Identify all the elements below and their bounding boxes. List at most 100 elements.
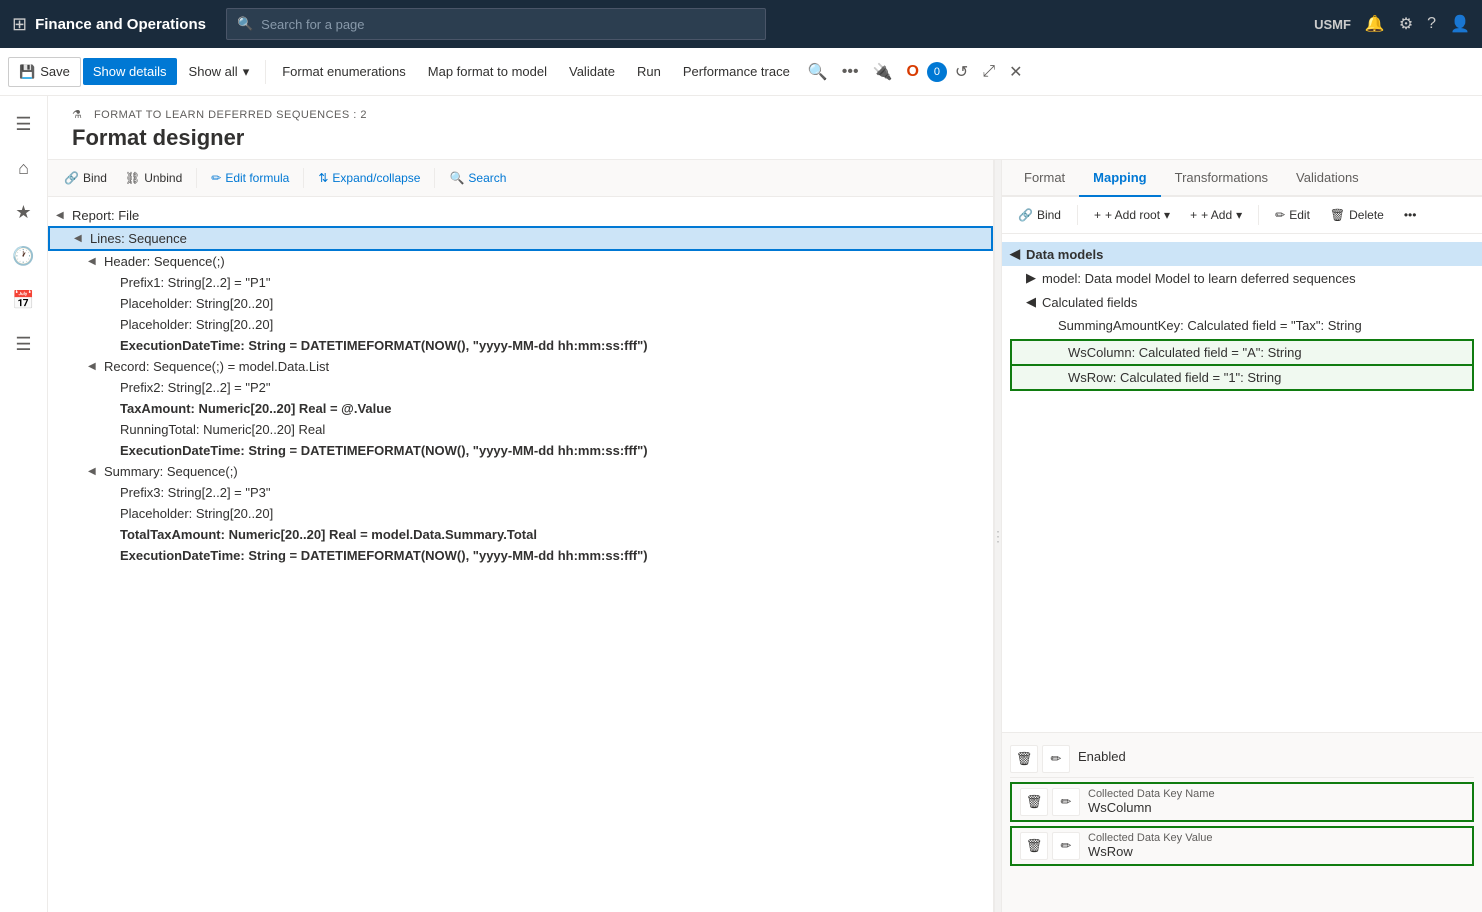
global-search-box[interactable]: 🔍 <box>226 8 766 40</box>
tree-item-taxamount[interactable]: TaxAmount: Numeric[20..20] Real = @.Valu… <box>48 398 993 419</box>
tree-toggle-report[interactable]: ◀ <box>56 210 72 221</box>
tree-item-placeholder2[interactable]: Placeholder: String[20..20] <box>48 314 993 335</box>
tree-item-runningtotal[interactable]: RunningTotal: Numeric[20..20] Real <box>48 419 993 440</box>
dm-item-calcfields[interactable]: ◀ Calculated fields <box>1002 290 1482 314</box>
more-cmd-icon[interactable]: ••• <box>836 59 865 85</box>
sidebar-icon-home[interactable]: ⌂ <box>4 148 44 188</box>
dm-item-summing[interactable]: SummingAmountKey: Calculated field = "Ta… <box>1002 314 1482 337</box>
global-search-input[interactable] <box>261 17 755 32</box>
dm-item-root[interactable]: ◀ Data models <box>1002 242 1482 266</box>
tree-item-header[interactable]: ◀ Header: Sequence(;) <box>48 251 993 272</box>
tree-toggle-record[interactable]: ◀ <box>88 361 104 372</box>
tree-item-lines[interactable]: ◀ Lines: Sequence <box>48 226 993 251</box>
prop-keyname-actions: 🗑 ✏ <box>1020 788 1080 816</box>
tree-item-report[interactable]: ◀ Report: File <box>48 205 993 226</box>
expand-collapse-button[interactable]: ⇅ Expand/collapse <box>310 166 428 190</box>
tree-item-prefix3[interactable]: Prefix3: String[2..2] = "P3" <box>48 482 993 503</box>
command-bar: 💾 Save Show details Show all ▾ Format en… <box>0 48 1482 96</box>
sidebar-icon-recent[interactable]: 🕐 <box>4 236 44 276</box>
prop-enabled-edit-btn[interactable]: ✏ <box>1042 745 1070 773</box>
validate-button[interactable]: Validate <box>559 58 625 85</box>
sidebar-icon-favorites[interactable]: ★ <box>4 192 44 232</box>
tree-item-totaltax[interactable]: TotalTaxAmount: Numeric[20..20] Real = m… <box>48 524 993 545</box>
add-root-button[interactable]: + + Add root ▾ <box>1086 203 1178 227</box>
tree-item-execdate2[interactable]: ExecutionDateTime: String = DATETIMEFORM… <box>48 440 993 461</box>
prop-row-keyvalue: 🗑 ✏ Collected data key value WsRow <box>1010 826 1474 866</box>
expand-icon: ⇅ <box>318 171 328 185</box>
dm-item-wscol[interactable]: WsColumn: Calculated field = "A": String <box>1010 339 1474 366</box>
format-enumerations-button[interactable]: Format enumerations <box>272 58 416 85</box>
dm-item-wsrow[interactable]: WsRow: Calculated field = "1": String <box>1010 366 1474 391</box>
search-tool-button[interactable]: 🔍 Search <box>441 166 514 190</box>
edit-mapping-icon: ✏ <box>1275 208 1285 222</box>
mapping-tool-sep1 <box>1077 205 1078 225</box>
tab-validations[interactable]: Validations <box>1282 160 1373 197</box>
help-icon[interactable]: ? <box>1427 15 1436 33</box>
show-all-button[interactable]: Show all ▾ <box>179 58 260 86</box>
prop-keyvalue-delete-btn[interactable]: 🗑 <box>1020 832 1048 860</box>
save-button[interactable]: 💾 Save <box>8 57 81 87</box>
dm-toggle-calcfields[interactable]: ◀ <box>1026 294 1036 310</box>
save-icon: 💾 <box>19 64 35 80</box>
prop-keyvalue-value: WsRow <box>1088 844 1464 859</box>
tab-format[interactable]: Format <box>1010 160 1079 197</box>
settings-icon[interactable]: ⚙ <box>1399 14 1413 34</box>
tree-item-placeholder3[interactable]: Placeholder: String[20..20] <box>48 503 993 524</box>
close-icon[interactable]: ✕ <box>1003 58 1028 86</box>
prop-keyvalue-actions: 🗑 ✏ <box>1020 832 1080 860</box>
notification-icon[interactable]: 🔔 <box>1365 14 1385 34</box>
tree-toggle-header[interactable]: ◀ <box>88 256 104 267</box>
avatar[interactable]: 👤 <box>1450 14 1470 34</box>
filter-icon[interactable]: ⚗ <box>72 109 82 121</box>
unbind-tool-button[interactable]: ⛓ Unbind <box>117 166 190 190</box>
dm-item-model[interactable]: ▶ model: Data model Model to learn defer… <box>1002 266 1482 290</box>
plugin-icon[interactable]: 🔌 <box>867 58 899 86</box>
map-format-button[interactable]: Map format to model <box>418 58 557 85</box>
show-all-chevron-icon: ▾ <box>243 64 250 80</box>
edit-formula-button[interactable]: ✏ Edit formula <box>203 166 297 190</box>
edit-mapping-button[interactable]: ✏ Edit <box>1267 203 1318 227</box>
dm-toggle-root[interactable]: ◀ <box>1010 246 1020 262</box>
panel-resize-handle[interactable]: ⋮ <box>994 160 1002 912</box>
show-details-button[interactable]: Show details <box>83 58 177 85</box>
tab-mapping[interactable]: Mapping <box>1079 160 1160 197</box>
performance-trace-button[interactable]: Performance trace <box>673 58 800 85</box>
add-button[interactable]: + + Add ▾ <box>1182 203 1250 227</box>
prop-keyname-edit-btn[interactable]: ✏ <box>1052 788 1080 816</box>
top-navigation: ⊞ Finance and Operations 🔍 USMF 🔔 ⚙ ? 👤 <box>0 0 1482 48</box>
external-link-icon[interactable]: ⤢ <box>976 59 1001 85</box>
sidebar-icon-modules[interactable]: ☰ <box>4 324 44 364</box>
prop-keyvalue-edit-btn[interactable]: ✏ <box>1052 832 1080 860</box>
tree-toggle-lines[interactable]: ◀ <box>74 233 90 244</box>
breadcrumb: ⚗ FORMAT TO LEARN DEFERRED SEQUENCES : 2 <box>72 108 1458 121</box>
more-mapping-button[interactable]: ••• <box>1396 203 1425 227</box>
prop-keyname-delete-btn[interactable]: 🗑 <box>1020 788 1048 816</box>
dm-toggle-model[interactable]: ▶ <box>1026 270 1036 286</box>
tree-item-placeholder1[interactable]: Placeholder: String[20..20] <box>48 293 993 314</box>
bind-tool-button[interactable]: 🔗 Bind <box>56 166 115 190</box>
tree-item-prefix2[interactable]: Prefix2: String[2..2] = "P2" <box>48 377 993 398</box>
tree-item-summary[interactable]: ◀ Summary: Sequence(;) <box>48 461 993 482</box>
sidebar-icon-workspaces[interactable]: 📅 <box>4 280 44 320</box>
tree-item-execdate3[interactable]: ExecutionDateTime: String = DATETIMEFORM… <box>48 545 993 566</box>
office-icon[interactable]: O <box>900 59 924 85</box>
run-button[interactable]: Run <box>627 58 671 85</box>
tree-item-execdate1[interactable]: ExecutionDateTime: String = DATETIMEFORM… <box>48 335 993 356</box>
badge-icon: 0 <box>927 62 947 82</box>
tree-toggle-summary[interactable]: ◀ <box>88 466 104 477</box>
search-cmd-icon[interactable]: 🔍 <box>802 58 834 86</box>
sidebar-icon-menu[interactable]: ☰ <box>4 104 44 144</box>
prop-enabled-label: Enabled <box>1078 745 1474 768</box>
nav-right: USMF 🔔 ⚙ ? 👤 <box>1314 14 1470 34</box>
prop-enabled-delete-btn[interactable]: 🗑 <box>1010 745 1038 773</box>
mapping-bind-button[interactable]: 🔗 Bind <box>1010 203 1069 227</box>
cmd-separator-1 <box>265 60 266 84</box>
tab-transformations[interactable]: Transformations <box>1161 160 1282 197</box>
app-grid-icon[interactable]: ⊞ <box>12 14 27 35</box>
refresh-icon[interactable]: ↺ <box>949 58 974 86</box>
add-chevron-icon: ▾ <box>1236 208 1242 222</box>
main-layout: ☰ ⌂ ★ 🕐 📅 ☰ ⚗ FORMAT TO LEARN DEFERRED S… <box>0 96 1482 912</box>
tree-item-record[interactable]: ◀ Record: Sequence(;) = model.Data.List <box>48 356 993 377</box>
delete-mapping-button[interactable]: 🗑 Delete <box>1322 203 1392 227</box>
tree-item-prefix1[interactable]: Prefix1: String[2..2] = "P1" <box>48 272 993 293</box>
